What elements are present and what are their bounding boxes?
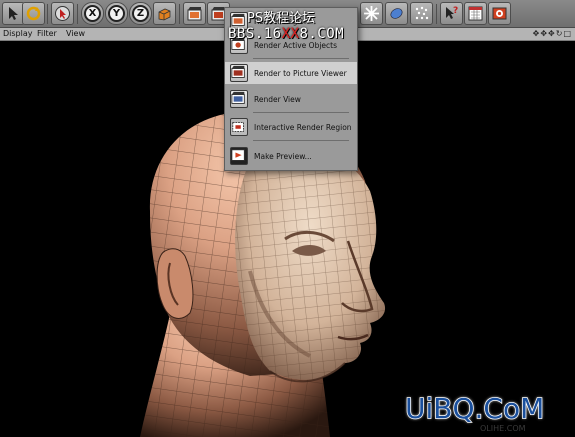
- make-preview-icon: [230, 147, 248, 165]
- watermark-url-red: XX: [281, 26, 300, 42]
- y-axis-icon[interactable]: Y: [105, 2, 128, 25]
- watermark-url-prefix: BBS.16: [228, 26, 282, 42]
- menu-item-interactive-render-region[interactable]: Interactive Render Region: [225, 116, 357, 138]
- watermark-brand: UiBQ.CoM: [404, 391, 545, 426]
- z-axis-label: Z: [132, 5, 149, 22]
- watermark-url-suffix: 8.COM: [299, 26, 345, 42]
- menu-item-render-to-picture-viewer[interactable]: Render to Picture Viewer: [225, 62, 357, 84]
- x-axis-icon[interactable]: X: [81, 2, 104, 25]
- menu-item-label: Interactive Render Region: [254, 122, 352, 132]
- menu-item-label: Render to Picture Viewer: [254, 68, 347, 78]
- y-axis-label: Y: [108, 5, 125, 22]
- particles-icon[interactable]: [410, 2, 433, 25]
- menu-filter[interactable]: Filter: [37, 29, 57, 38]
- select-arrow-icon[interactable]: [51, 2, 74, 25]
- menu-item-label: Make Preview...: [254, 151, 312, 161]
- menu-item-label: Render View: [254, 94, 301, 104]
- watermark-url: BBS.16XX8.COM: [228, 26, 344, 42]
- menu-view[interactable]: View: [66, 29, 85, 38]
- viewport-nav-icons[interactable]: ✥✥✥↻□: [533, 29, 572, 38]
- z-axis-icon[interactable]: Z: [129, 2, 152, 25]
- render-to-picture-viewer-icon: [230, 64, 248, 82]
- menu-item-render-view[interactable]: Render View: [225, 88, 357, 110]
- camera-icon[interactable]: [488, 2, 511, 25]
- rotate-icon[interactable]: [22, 2, 45, 25]
- x-axis-label: X: [84, 5, 101, 22]
- render-view-icon: [230, 90, 248, 108]
- help-cursor-icon[interactable]: ?: [440, 2, 463, 25]
- render-view-icon[interactable]: [183, 2, 206, 25]
- scale-icon[interactable]: [360, 2, 383, 25]
- watermark-brand-sub: OLIHE.COM: [480, 424, 526, 433]
- svg-text:?: ?: [453, 6, 458, 16]
- menu-item-make-preview[interactable]: Make Preview...: [225, 145, 357, 167]
- menu-display[interactable]: Display: [3, 29, 33, 38]
- watermark-title: PS教程论坛: [247, 11, 316, 26]
- coordinate-system-icon[interactable]: [153, 2, 176, 25]
- material-icon[interactable]: [464, 2, 487, 25]
- sphere-icon[interactable]: [385, 2, 408, 25]
- interactive-render-region-icon: [230, 118, 248, 136]
